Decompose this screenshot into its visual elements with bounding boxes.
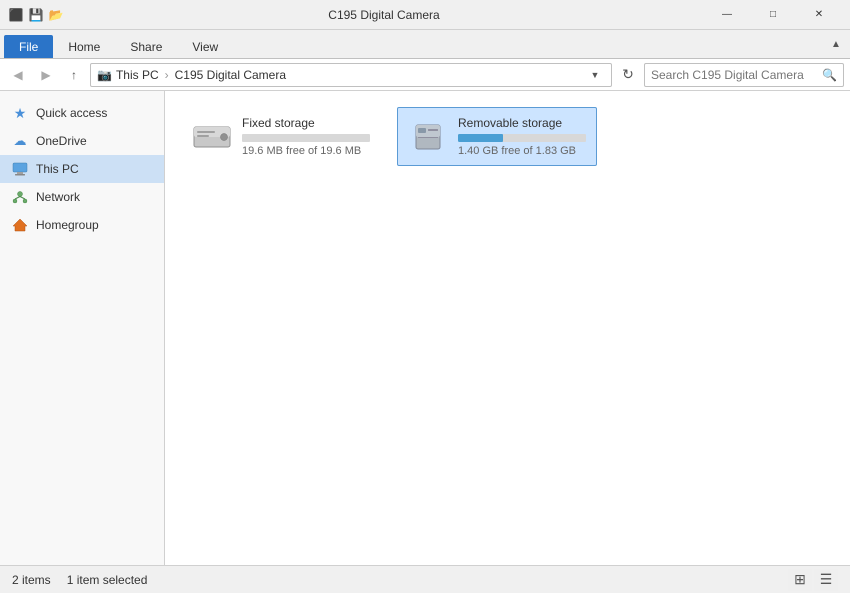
removable-storage-inner: Removable storage 1.40 GB free of 1.83 G… <box>408 116 586 157</box>
system-icon-3: 📂 <box>48 7 64 23</box>
removable-storage-name: Removable storage <box>458 116 586 130</box>
path-separator-1: › <box>165 68 169 82</box>
sidebar-item-thispc-label: This PC <box>36 162 79 176</box>
tab-share[interactable]: Share <box>115 35 177 58</box>
fixed-storage-size: 19.6 MB free of 19.6 MB <box>242 145 370 157</box>
network-icon <box>12 189 28 205</box>
search-input[interactable] <box>651 68 818 82</box>
path-dropdown-button[interactable]: ▼ <box>585 63 605 87</box>
back-button[interactable]: ◀ <box>6 63 30 87</box>
items-count: 2 items <box>12 573 51 587</box>
address-path[interactable]: 📷 This PC › C195 Digital Camera ▼ <box>90 63 612 87</box>
forward-button[interactable]: ▶ <box>34 63 58 87</box>
system-icon-1: ⬛ <box>8 7 24 23</box>
system-icon-2: 💾 <box>28 7 44 23</box>
up-button[interactable]: ↑ <box>62 63 86 87</box>
fixed-storage-bar-bg <box>242 134 370 142</box>
selected-count: 1 item selected <box>67 573 148 587</box>
quick-access-icon: ★ <box>12 105 28 121</box>
close-button[interactable]: ✕ <box>796 0 842 30</box>
sidebar-item-network[interactable]: Network <box>0 183 164 211</box>
ribbon: File Home Share View ▲ <box>0 30 850 59</box>
thispc-icon <box>12 161 28 177</box>
address-bar: ◀ ▶ ↑ 📷 This PC › C195 Digital Camera ▼ … <box>0 59 850 91</box>
fixed-storage-inner: Fixed storage 19.6 MB free of 19.6 MB <box>192 116 370 157</box>
title-bar-system-icons: ⬛ 💾 📂 <box>8 7 64 23</box>
view-tiles-button[interactable]: ⊞ <box>788 569 812 591</box>
tab-home[interactable]: Home <box>53 35 115 58</box>
view-list-button[interactable]: ☰ <box>814 569 838 591</box>
tab-view[interactable]: View <box>177 35 233 58</box>
sidebar: ★ Quick access ☁ OneDrive This PC <box>0 91 165 565</box>
content-area: Fixed storage 19.6 MB free of 19.6 MB <box>165 91 850 565</box>
sidebar-item-quick-access-label: Quick access <box>36 106 107 120</box>
breadcrumb-camera-label: C195 Digital Camera <box>175 68 286 82</box>
ribbon-expand-button[interactable]: ▲ <box>826 30 846 58</box>
fixed-storage-name: Fixed storage <box>242 116 370 130</box>
main-layout: ★ Quick access ☁ OneDrive This PC <box>0 91 850 565</box>
status-left: 2 items 1 item selected <box>12 573 788 587</box>
removable-storage-info: Removable storage 1.40 GB free of 1.83 G… <box>458 116 586 157</box>
breadcrumb-camera[interactable]: C195 Digital Camera <box>175 68 286 82</box>
removable-storage-bar-fill <box>458 134 503 142</box>
sidebar-item-quick-access[interactable]: ★ Quick access <box>0 99 164 127</box>
sidebar-item-network-label: Network <box>36 190 80 204</box>
title-bar: ⬛ 💾 📂 C195 Digital Camera — □ ✕ <box>0 0 850 30</box>
fixed-storage-info: Fixed storage 19.6 MB free of 19.6 MB <box>242 116 370 157</box>
refresh-button[interactable]: ↻ <box>616 63 640 87</box>
search-box[interactable]: 🔍 <box>644 63 844 87</box>
fixed-storage-icon <box>192 121 232 153</box>
removable-storage-bar-bg <box>458 134 586 142</box>
sidebar-item-homegroup[interactable]: Homegroup <box>0 211 164 239</box>
minimize-button[interactable]: — <box>704 0 750 30</box>
homegroup-icon <box>12 217 28 233</box>
breadcrumb-thispc[interactable]: This PC <box>116 68 159 82</box>
sidebar-item-homegroup-label: Homegroup <box>36 218 99 232</box>
breadcrumb-thispc-label: This PC <box>116 68 159 82</box>
ribbon-tabs: File Home Share View ▲ <box>0 30 850 58</box>
search-icon[interactable]: 🔍 <box>822 68 837 82</box>
fixed-storage-item[interactable]: Fixed storage 19.6 MB free of 19.6 MB <box>181 107 381 166</box>
removable-storage-item[interactable]: Removable storage 1.40 GB free of 1.83 G… <box>397 107 597 166</box>
status-bar: 2 items 1 item selected ⊞ ☰ <box>0 565 850 593</box>
path-icon: 📷 <box>97 68 112 82</box>
maximize-button[interactable]: □ <box>750 0 796 30</box>
status-right: ⊞ ☰ <box>788 569 838 591</box>
onedrive-icon: ☁ <box>12 133 28 149</box>
window-title: C195 Digital Camera <box>64 8 704 22</box>
removable-storage-icon <box>408 121 448 153</box>
removable-storage-size: 1.40 GB free of 1.83 GB <box>458 145 586 157</box>
window-controls[interactable]: — □ ✕ <box>704 0 842 30</box>
sidebar-item-onedrive-label: OneDrive <box>36 134 87 148</box>
tab-file[interactable]: File <box>4 35 53 58</box>
sidebar-item-this-pc[interactable]: This PC <box>0 155 164 183</box>
sidebar-item-onedrive[interactable]: ☁ OneDrive <box>0 127 164 155</box>
